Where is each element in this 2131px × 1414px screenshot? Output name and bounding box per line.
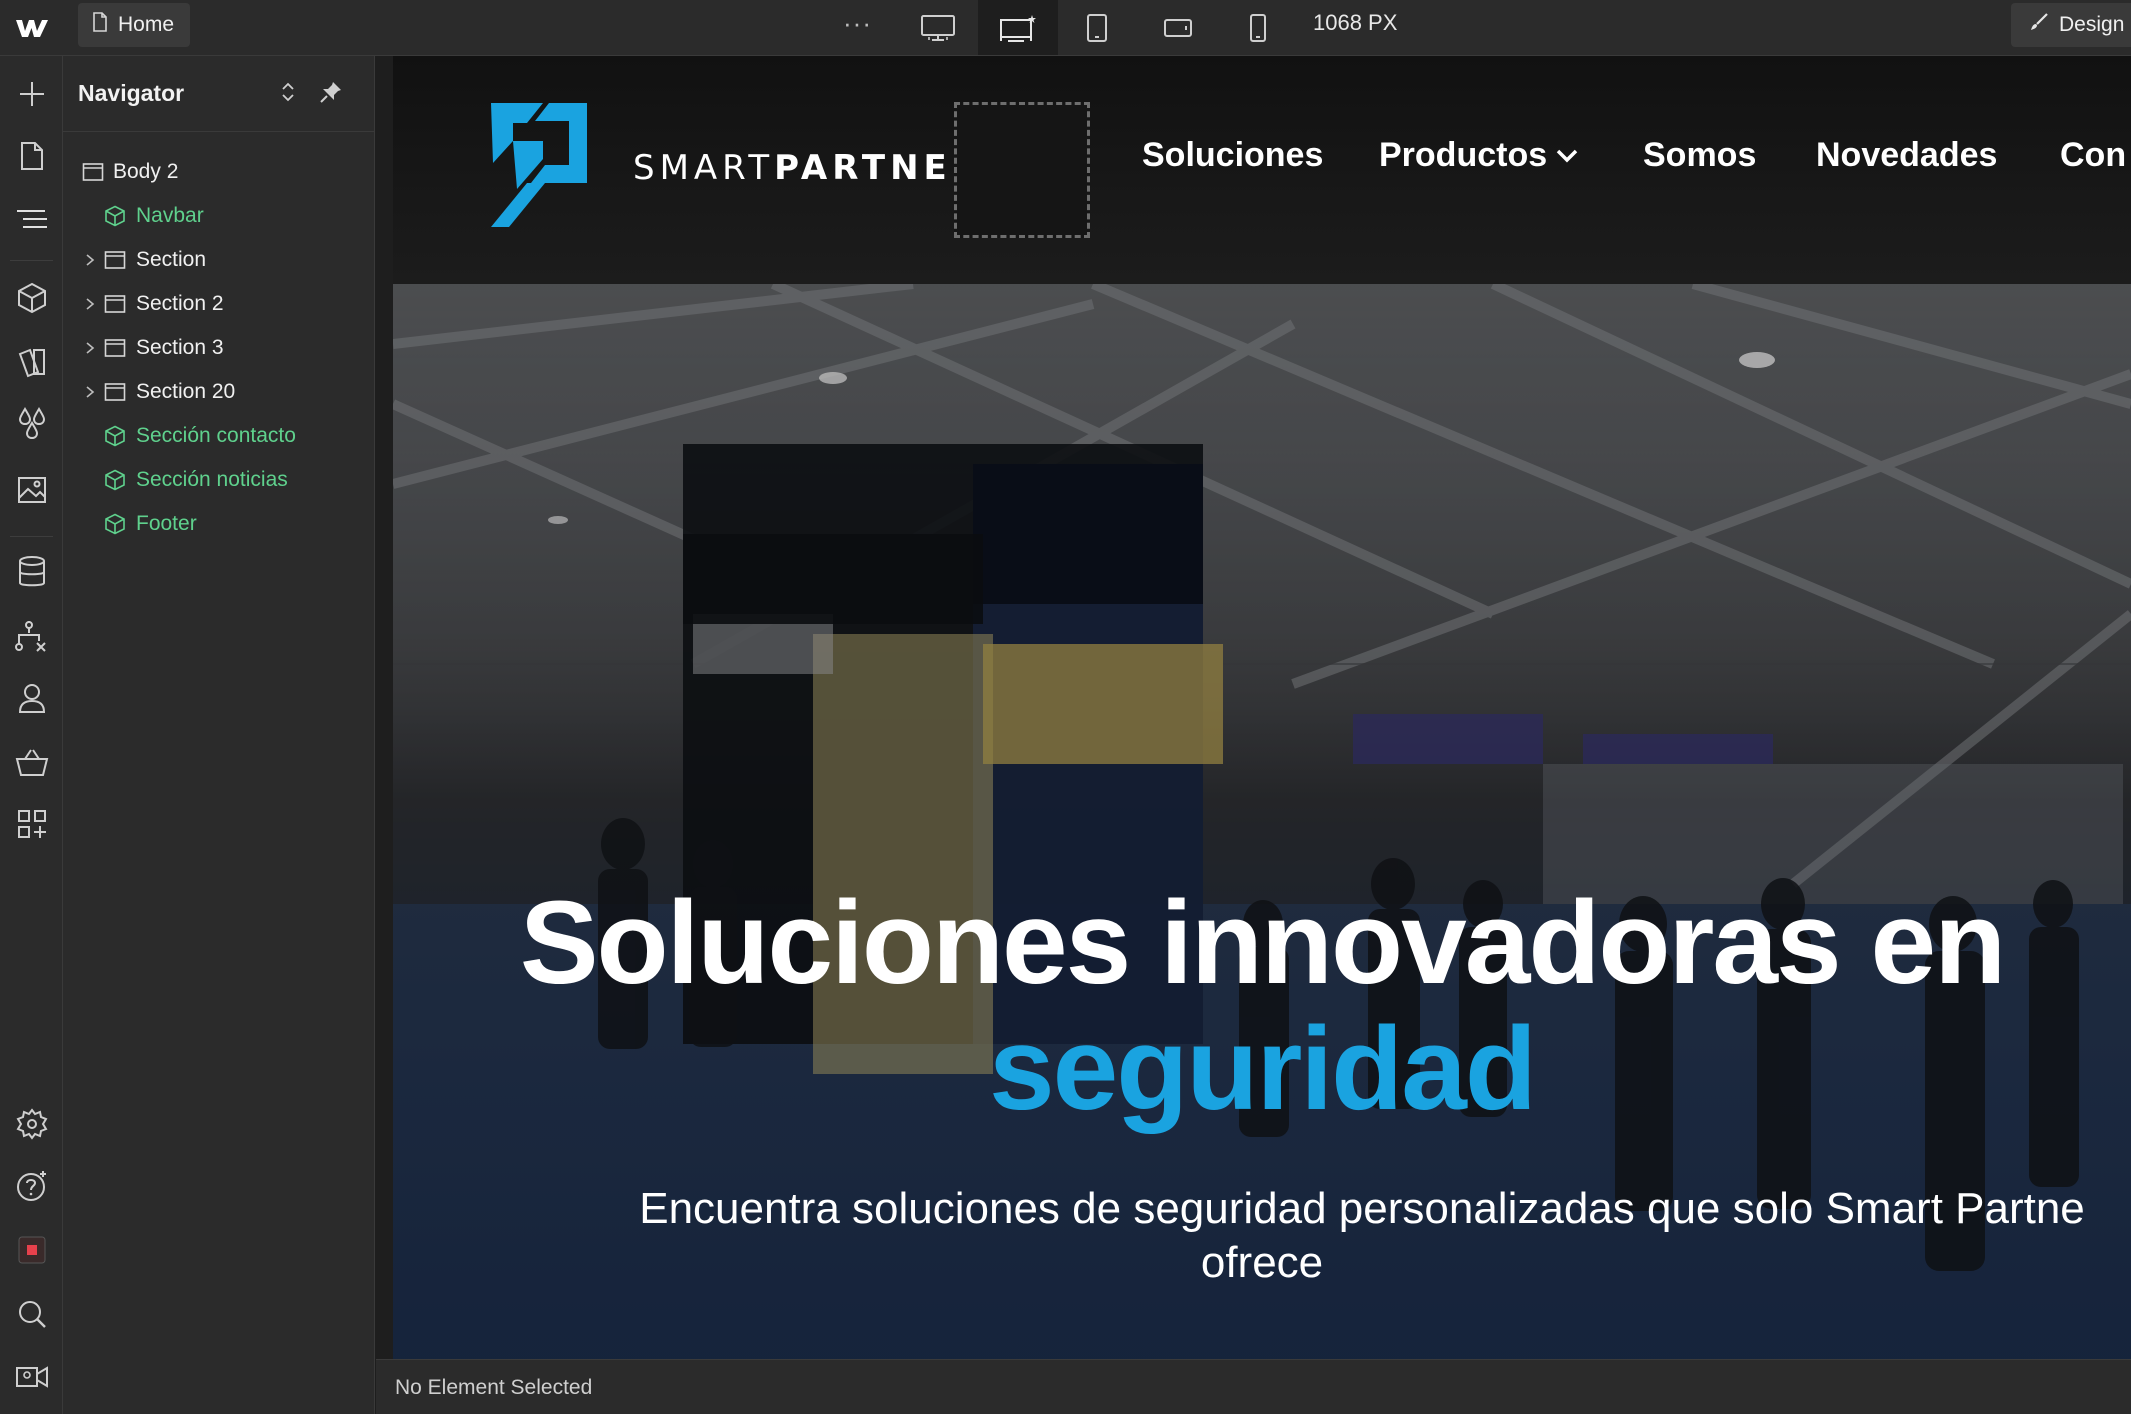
top-bar: Home ··· 1068 PX Design xyxy=(0,0,2131,56)
menu-link-productos[interactable]: Productos xyxy=(1379,136,1579,175)
chevron-down-icon xyxy=(1556,149,1578,162)
expand-collapse-icon[interactable] xyxy=(274,78,302,106)
hero-subheading-line2[interactable]: ofrece xyxy=(393,1238,2131,1289)
component-icon xyxy=(103,468,127,492)
element-box-icon xyxy=(103,248,127,272)
chevron-right-icon[interactable] xyxy=(83,341,97,355)
video-icon[interactable] xyxy=(14,1358,50,1394)
brush-icon xyxy=(2029,12,2049,38)
menu-link-soluciones[interactable]: Soluciones xyxy=(1142,136,1323,175)
page-icon xyxy=(92,12,108,38)
tree-item-label: Section xyxy=(136,248,207,271)
tree-item-section[interactable]: Section xyxy=(63,240,375,280)
element-box-icon xyxy=(103,336,127,360)
hero-section[interactable]: Soluciones innovadoras en seguridad Encu… xyxy=(393,284,2131,1359)
tree-item-seccion-noticias[interactable]: Sección noticias xyxy=(63,460,375,500)
pin-icon[interactable] xyxy=(317,78,345,106)
page-name: Home xyxy=(118,13,175,36)
desktop-base-icon xyxy=(1000,14,1036,42)
tree-item-label: Sección contacto xyxy=(136,424,296,447)
more-options-button[interactable]: ··· xyxy=(843,8,872,39)
breakpoint-mobile-landscape-button[interactable] xyxy=(1150,0,1206,55)
record-icon[interactable] xyxy=(14,1232,50,1268)
designer-canvas[interactable]: SMARTPARTNERS Soluciones Productos Somos… xyxy=(376,56,2131,1359)
styles-icon[interactable] xyxy=(14,406,50,442)
webflow-logo-icon[interactable] xyxy=(12,10,52,46)
brand-light: SMART xyxy=(633,148,775,188)
menu-link-contacto[interactable]: Con xyxy=(2060,136,2126,175)
tree-item-seccion-contacto[interactable]: Sección contacto xyxy=(63,416,375,456)
tree-item-section-3[interactable]: Section 3 xyxy=(63,328,375,368)
selection-status: No Element Selected xyxy=(395,1376,593,1399)
tree-item-label: Section 3 xyxy=(136,336,224,359)
page-selector[interactable]: Home xyxy=(78,3,191,47)
left-toolbar xyxy=(0,56,63,1414)
mode-design-button[interactable]: Design xyxy=(2011,3,2131,47)
search-icon[interactable] xyxy=(14,1296,50,1332)
hero-heading-highlight[interactable]: seguridad xyxy=(393,1010,2131,1128)
breakpoint-tablet-button[interactable] xyxy=(1069,0,1125,55)
assets-icon[interactable] xyxy=(14,470,50,506)
site-navbar[interactable]: SMARTPARTNERS Soluciones Productos Somos… xyxy=(393,56,2131,284)
tree-item-label: Section 20 xyxy=(136,380,236,403)
tablet-icon xyxy=(1087,13,1107,42)
mobile-portrait-icon xyxy=(1250,13,1266,42)
chevron-right-icon[interactable] xyxy=(83,385,97,399)
settings-icon[interactable] xyxy=(14,1106,50,1142)
element-box-icon xyxy=(103,292,127,316)
menu-link-novedades[interactable]: Novedades xyxy=(1816,136,1997,175)
smartpartners-logo-icon[interactable] xyxy=(487,101,589,229)
help-icon[interactable] xyxy=(14,1168,50,1204)
breakpoint-mobile-portrait-button[interactable] xyxy=(1230,0,1286,55)
users-icon[interactable] xyxy=(14,680,50,716)
chevron-right-icon[interactable] xyxy=(83,297,97,311)
element-box-icon xyxy=(103,380,127,404)
breakpoint-desktop-large-button[interactable] xyxy=(910,0,966,55)
tree-item-label: Body 2 xyxy=(113,160,179,183)
mode-label: Design xyxy=(2059,13,2125,36)
tree-item-navbar[interactable]: Navbar xyxy=(63,196,375,236)
canvas-width-readout[interactable]: 1068 PX xyxy=(1313,10,1397,36)
tree-item-section-2[interactable]: Section 2 xyxy=(63,284,375,324)
chevron-right-icon[interactable] xyxy=(83,253,97,267)
ecommerce-icon[interactable] xyxy=(14,744,50,780)
component-icon xyxy=(103,204,127,228)
tree-item-section-20[interactable]: Section 20 xyxy=(63,372,375,412)
tree-item-body[interactable]: Body 2 xyxy=(63,152,375,192)
navigator-icon[interactable] xyxy=(14,201,50,237)
components-icon[interactable] xyxy=(14,280,50,316)
site-preview[interactable]: SMARTPARTNERS Soluciones Productos Somos… xyxy=(393,56,2131,1359)
tree-item-footer[interactable]: Footer xyxy=(63,504,375,544)
hero-heading-line1[interactable]: Soluciones innovadoras en xyxy=(393,884,2131,1002)
mobile-landscape-icon xyxy=(1164,18,1192,37)
navigator-title: Navigator xyxy=(78,80,185,106)
desktop-icon xyxy=(921,14,955,41)
menu-link-somos[interactable]: Somos xyxy=(1643,136,1756,175)
breakpoint-desktop-button[interactable] xyxy=(978,0,1058,55)
component-icon xyxy=(103,512,127,536)
cms-icon[interactable] xyxy=(14,554,50,590)
tree-item-label: Footer xyxy=(136,512,197,535)
hero-subheading-line1[interactable]: Encuentra soluciones de seguridad person… xyxy=(493,1184,2131,1235)
apps-icon[interactable] xyxy=(14,806,50,842)
tree-item-label: Sección noticias xyxy=(136,468,288,491)
component-icon xyxy=(103,424,127,448)
navigator-header: Navigator xyxy=(63,56,375,132)
add-icon[interactable] xyxy=(14,76,50,112)
logic-icon[interactable] xyxy=(14,618,50,654)
tree-item-label: Navbar xyxy=(136,204,204,227)
element-box-icon xyxy=(81,160,105,184)
status-bar: No Element Selected xyxy=(376,1359,2131,1414)
empty-div-placeholder[interactable] xyxy=(954,102,1090,238)
pages-icon[interactable] xyxy=(14,138,50,174)
tree-item-label: Section 2 xyxy=(136,292,224,315)
navigator-panel: Navigator Body 2 Navbar Section Section … xyxy=(63,56,375,1414)
variables-icon[interactable] xyxy=(14,344,50,380)
